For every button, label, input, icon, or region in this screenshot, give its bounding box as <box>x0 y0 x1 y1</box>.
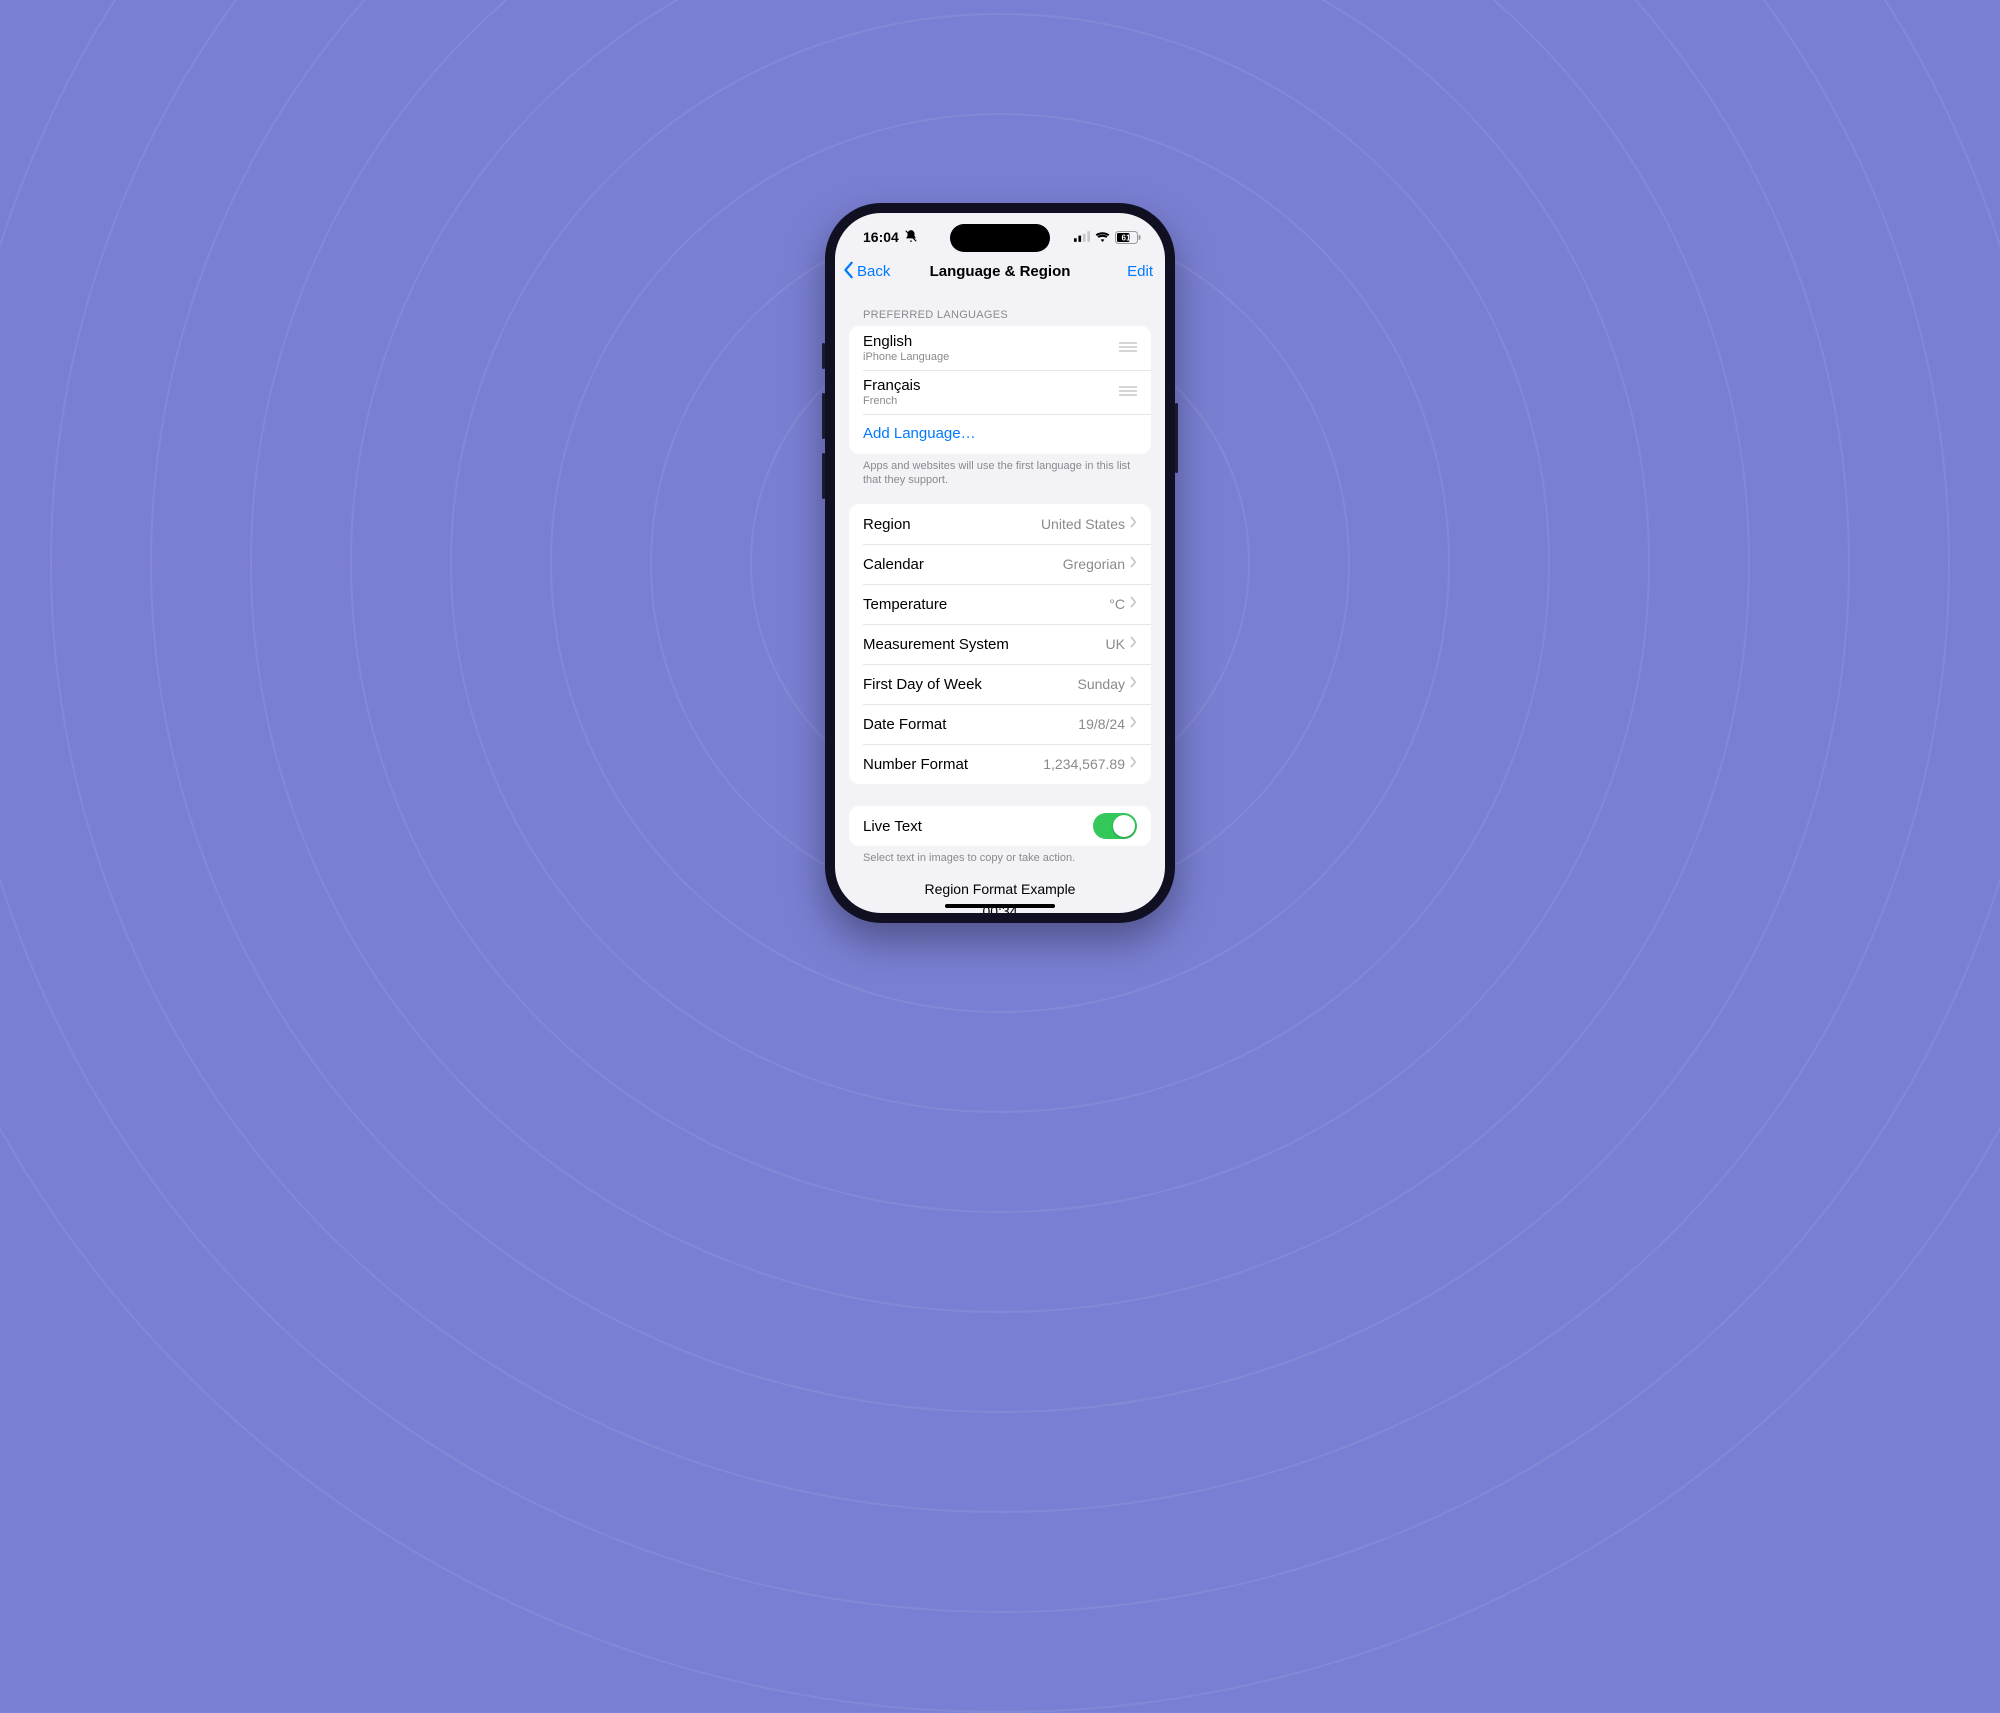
language-row-english[interactable]: English iPhone Language <box>849 326 1151 370</box>
silent-switch <box>822 343 825 369</box>
language-sub: French <box>863 395 1119 407</box>
first-day-row[interactable]: First Day of Week Sunday <box>849 664 1151 704</box>
live-text-toggle[interactable] <box>1093 813 1137 839</box>
language-name: Français <box>863 377 1119 394</box>
phone-screen: 16:04 61 <box>835 213 1165 913</box>
chevron-right-icon <box>1130 635 1137 653</box>
setting-value: 19/8/24 <box>1078 716 1125 732</box>
region-settings-group: Region United States Calendar Gregorian … <box>849 504 1151 784</box>
wifi-icon <box>1095 229 1110 245</box>
navigation-bar: Back Language & Region Edit <box>835 253 1165 291</box>
dynamic-island <box>950 224 1050 252</box>
chevron-right-icon <box>1130 555 1137 573</box>
setting-value: 1,234,567.89 <box>1043 756 1125 772</box>
back-button[interactable]: Back <box>843 261 890 283</box>
chevron-right-icon <box>1130 515 1137 533</box>
status-time: 16:04 <box>863 229 899 245</box>
calendar-row[interactable]: Calendar Gregorian <box>849 544 1151 584</box>
languages-header: PREFERRED LANGUAGES <box>835 291 1165 326</box>
live-text-footer: Select text in images to copy or take ac… <box>835 846 1165 870</box>
chevron-right-icon <box>1130 715 1137 733</box>
language-sub: iPhone Language <box>863 351 1119 363</box>
setting-value: °C <box>1109 596 1125 612</box>
setting-label: Region <box>863 516 1041 533</box>
language-name: English <box>863 333 1119 350</box>
chevron-right-icon <box>1130 675 1137 693</box>
home-indicator[interactable] <box>945 904 1055 908</box>
volume-down-button <box>822 453 825 499</box>
content-scroll[interactable]: PREFERRED LANGUAGES English iPhone Langu… <box>835 291 1165 913</box>
setting-label: Calendar <box>863 556 1063 573</box>
reorder-handle-icon[interactable] <box>1119 383 1137 401</box>
edit-button[interactable]: Edit <box>1127 263 1153 280</box>
setting-value: Sunday <box>1078 676 1125 692</box>
example-title: Region Format Example <box>849 880 1151 900</box>
languages-footer: Apps and websites will use the first lan… <box>835 454 1165 493</box>
setting-label: Live Text <box>863 818 1093 835</box>
setting-label: Date Format <box>863 716 1078 733</box>
page-title: Language & Region <box>930 263 1071 280</box>
svg-text:61: 61 <box>1122 233 1131 242</box>
measurement-row[interactable]: Measurement System UK <box>849 624 1151 664</box>
temperature-row[interactable]: Temperature °C <box>849 584 1151 624</box>
side-button <box>1175 403 1178 473</box>
region-row[interactable]: Region United States <box>849 504 1151 544</box>
reorder-handle-icon[interactable] <box>1119 339 1137 357</box>
setting-value: United States <box>1041 516 1125 532</box>
chevron-left-icon <box>843 261 855 283</box>
live-text-row: Live Text <box>849 806 1151 846</box>
live-text-group: Live Text <box>849 806 1151 846</box>
number-format-row[interactable]: Number Format 1,234,567.89 <box>849 744 1151 784</box>
date-format-row[interactable]: Date Format 19/8/24 <box>849 704 1151 744</box>
add-language-row[interactable]: Add Language… <box>849 414 1151 454</box>
language-row-french[interactable]: Français French <box>849 370 1151 414</box>
back-label: Back <box>857 263 890 280</box>
bell-slash-icon <box>904 229 918 246</box>
setting-value: UK <box>1106 636 1125 652</box>
chevron-right-icon <box>1130 595 1137 613</box>
volume-up-button <box>822 393 825 439</box>
setting-value: Gregorian <box>1063 556 1125 572</box>
chevron-right-icon <box>1130 755 1137 773</box>
setting-label: Temperature <box>863 596 1109 613</box>
add-language-label: Add Language… <box>863 425 1137 442</box>
battery-icon: 61 <box>1115 231 1141 244</box>
setting-label: Number Format <box>863 756 1043 773</box>
phone-frame: 16:04 61 <box>825 203 1175 923</box>
setting-label: First Day of Week <box>863 676 1078 693</box>
setting-label: Measurement System <box>863 636 1106 653</box>
languages-group: English iPhone Language Français French <box>849 326 1151 454</box>
cellular-signal-icon <box>1074 229 1090 245</box>
